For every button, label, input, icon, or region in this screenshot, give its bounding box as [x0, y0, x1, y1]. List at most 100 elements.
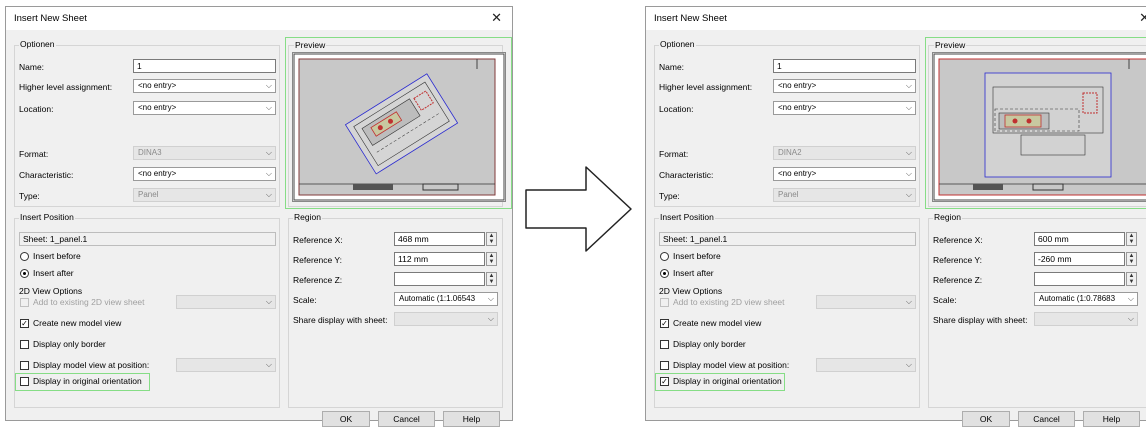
- add-existing-label: Add to existing 2D view sheet: [673, 297, 785, 307]
- insert-new-sheet-dialog-before: Insert New Sheet ✕ Optionen Name: 1 High…: [5, 6, 513, 427]
- ok-button[interactable]: OK: [962, 411, 1010, 427]
- reference-x-input[interactable]: 600 mm: [1034, 232, 1125, 246]
- reference-y-input[interactable]: 112 mm: [394, 252, 485, 266]
- higher-level-value: <no entry>: [778, 81, 817, 90]
- sheet-drawing: [293, 53, 505, 201]
- type-label: Type:: [19, 191, 40, 201]
- chevron-down-icon: ⌵: [1127, 293, 1134, 305]
- higher-level-value: <no entry>: [138, 81, 177, 90]
- share-display-select: ⌵: [394, 312, 498, 326]
- preview-group-title: Preview: [934, 40, 967, 50]
- scale-select[interactable]: Automatic (1:1.06543 ⌵: [394, 292, 498, 306]
- location-value: <no entry>: [778, 103, 817, 112]
- dialog-title: Insert New Sheet: [654, 13, 727, 24]
- characteristic-select[interactable]: <no entry> ⌵: [133, 167, 276, 181]
- type-value: Panel: [138, 190, 159, 199]
- share-display-label: Share display with sheet:: [933, 315, 1028, 325]
- insert-after-label: Insert after: [673, 268, 714, 278]
- display-border-label: Display only border: [673, 339, 746, 349]
- scale-select[interactable]: Automatic (1:0.78683 ⌵: [1034, 292, 1138, 306]
- preview-group-title: Preview: [294, 40, 327, 50]
- cancel-button[interactable]: Cancel: [1018, 411, 1075, 427]
- type-value: Panel: [778, 190, 799, 199]
- position-select: ⌵: [816, 358, 916, 372]
- characteristic-value: <no entry>: [138, 169, 177, 178]
- sheet-drawing: [933, 53, 1146, 201]
- region-title: Region: [293, 212, 322, 222]
- chevron-down-icon: ⌵: [905, 148, 912, 157]
- format-select: DINA2 ⌵: [773, 146, 916, 160]
- insert-after-label: Insert after: [33, 268, 74, 278]
- reference-z-input[interactable]: [1034, 272, 1125, 286]
- insert-after-radio[interactable]: [20, 269, 29, 278]
- higher-level-select[interactable]: <no entry> ⌵: [133, 79, 276, 93]
- characteristic-select[interactable]: <no entry> ⌵: [773, 167, 916, 181]
- display-border-label: Display only border: [33, 339, 106, 349]
- display-border-checkbox[interactable]: [660, 340, 669, 349]
- display-position-checkbox[interactable]: [660, 361, 669, 370]
- insert-before-radio[interactable]: [20, 252, 29, 261]
- location-select[interactable]: <no entry> ⌵: [773, 101, 916, 115]
- original-orientation-checkbox[interactable]: ✓: [660, 377, 669, 386]
- view-options-title: 2D View Options: [659, 286, 723, 296]
- insert-before-label: Insert before: [33, 251, 81, 261]
- characteristic-label: Characteristic:: [659, 170, 714, 180]
- create-model-checkbox[interactable]: ✓: [660, 319, 669, 328]
- view-options-title: 2D View Options: [19, 286, 83, 296]
- higher-level-select[interactable]: <no entry> ⌵: [773, 79, 916, 93]
- region-title: Region: [933, 212, 962, 222]
- reference-x-input[interactable]: 468 mm: [394, 232, 485, 246]
- display-position-checkbox[interactable]: [20, 361, 29, 370]
- reference-x-spinner[interactable]: ▲ ▼: [486, 232, 497, 246]
- chevron-down-icon: ⌵: [905, 169, 912, 178]
- type-select: Panel ⌵: [133, 188, 276, 202]
- original-orientation-label: Display in original orientation: [673, 376, 782, 386]
- reference-y-label: Reference Y:: [933, 255, 982, 265]
- scale-label: Scale:: [933, 295, 957, 305]
- chevron-down-icon: ⌵: [905, 360, 912, 369]
- chevron-down-icon: ⌵: [265, 297, 272, 306]
- insert-before-label: Insert before: [673, 251, 721, 261]
- name-input[interactable]: 1: [133, 59, 276, 73]
- share-display-select: ⌵: [1034, 312, 1138, 326]
- close-icon[interactable]: ✕: [1139, 10, 1146, 26]
- chevron-down-icon: ⌵: [905, 297, 912, 306]
- help-button[interactable]: Help: [443, 411, 500, 427]
- chevron-down-icon: ⌵: [265, 103, 272, 112]
- display-border-checkbox[interactable]: [20, 340, 29, 349]
- insert-after-radio[interactable]: [660, 269, 669, 278]
- options-group-title: Optionen: [19, 39, 56, 49]
- format-value: DINA3: [138, 148, 162, 157]
- dialog-title: Insert New Sheet: [14, 13, 87, 24]
- ok-button[interactable]: OK: [322, 411, 370, 427]
- format-select: DINA3 ⌵: [133, 146, 276, 160]
- reference-y-spinner[interactable]: ▲ ▼: [1126, 252, 1137, 266]
- help-button[interactable]: Help: [1083, 411, 1140, 427]
- location-select[interactable]: <no entry> ⌵: [133, 101, 276, 115]
- existing-sheet-select: ⌵: [176, 295, 276, 309]
- name-input[interactable]: 1: [773, 59, 916, 73]
- reference-z-spinner[interactable]: ▲ ▼: [1126, 272, 1137, 286]
- original-orientation-checkbox[interactable]: [20, 377, 29, 386]
- reference-x-spinner[interactable]: ▲ ▼: [1126, 232, 1137, 246]
- position-select: ⌵: [176, 358, 276, 372]
- existing-sheet-select: ⌵: [816, 295, 916, 309]
- reference-z-spinner[interactable]: ▲ ▼: [486, 272, 497, 286]
- format-label: Format:: [19, 149, 49, 159]
- chevron-down-icon: ⌵: [265, 169, 272, 178]
- chevron-down-icon: ⌵: [1127, 314, 1134, 323]
- reference-y-input[interactable]: -260 mm: [1034, 252, 1125, 266]
- close-icon[interactable]: ✕: [491, 10, 502, 26]
- characteristic-value: <no entry>: [778, 169, 817, 178]
- higher-level-label: Higher level assignment:: [659, 82, 753, 92]
- type-select: Panel ⌵: [773, 188, 916, 202]
- create-model-checkbox[interactable]: ✓: [20, 319, 29, 328]
- reference-z-input[interactable]: [394, 272, 485, 286]
- cancel-button[interactable]: Cancel: [378, 411, 435, 427]
- insert-before-radio[interactable]: [660, 252, 669, 261]
- create-model-label: Create new model view: [33, 318, 122, 328]
- chevron-down-icon: ⌵: [905, 190, 912, 199]
- chevron-down-icon: ⌵: [487, 314, 494, 323]
- reference-y-spinner[interactable]: ▲ ▼: [486, 252, 497, 266]
- options-group-title: Optionen: [659, 39, 696, 49]
